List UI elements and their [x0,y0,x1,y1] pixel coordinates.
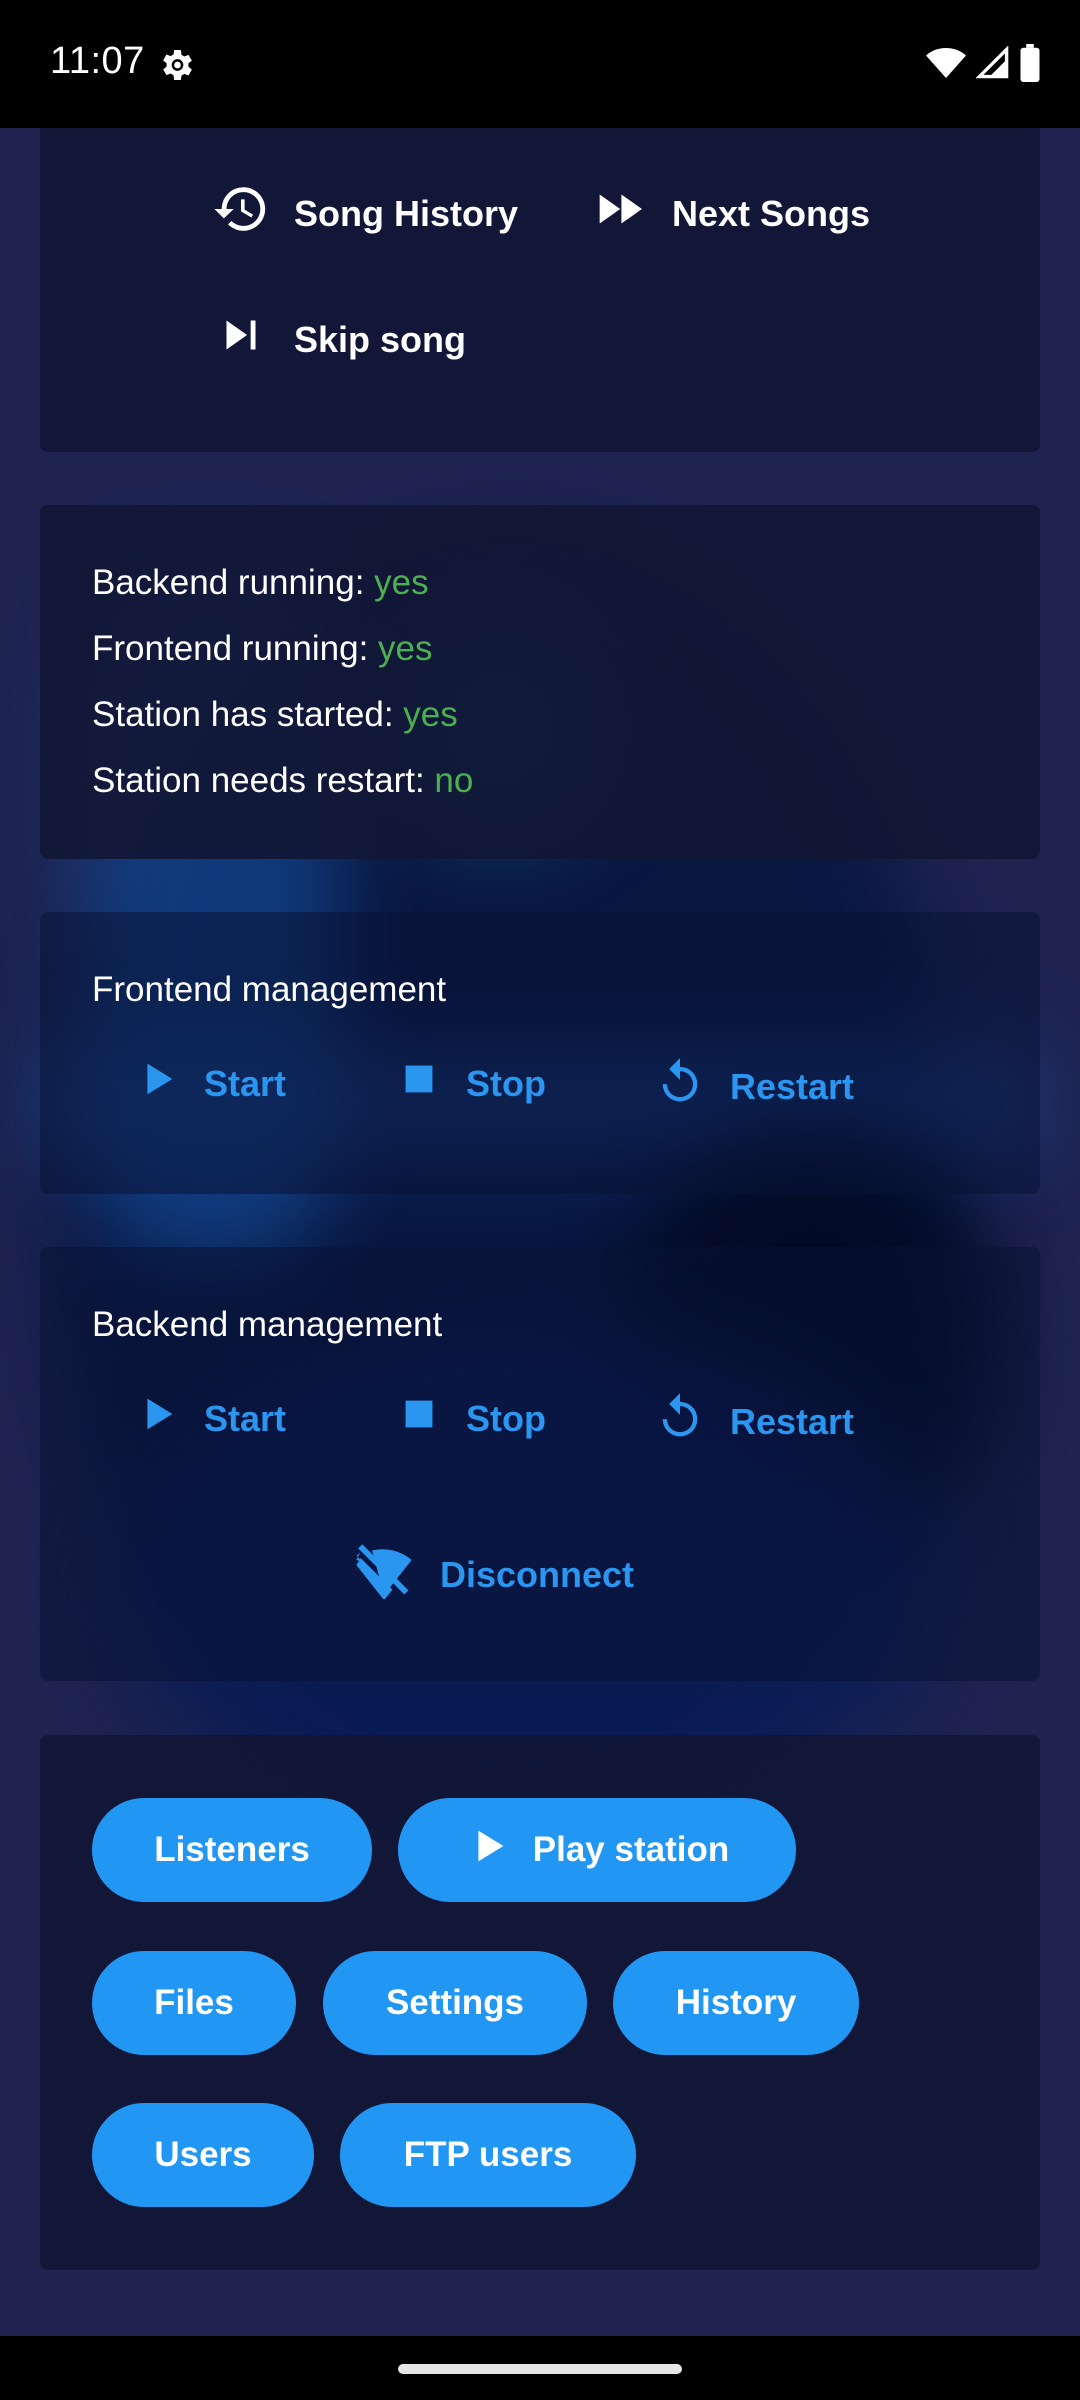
station-status-card: Backend running: yes Frontend running: y… [40,505,1040,859]
ftp-users-button[interactable]: FTP users [340,2103,636,2207]
backend-start-button[interactable]: Start [134,1391,286,1446]
station-restart-value: no [434,761,474,800]
play-station-label: Play station [532,1830,730,1869]
history-icon [212,180,270,247]
cell-signal-icon [975,45,1010,85]
status-time: 11:07 [50,40,145,82]
backend-management-card: Backend management Start Stop Restart Di… [40,1247,1040,1681]
wifi-off-icon [352,1541,416,1608]
battery-icon [1020,44,1040,87]
station-started-line: Station has started: yes [92,695,458,735]
backend-start-label: Start [204,1397,287,1439]
restart-icon [654,1056,706,1117]
users-button[interactable]: Users [92,2103,314,2207]
files-button[interactable]: Files [92,1951,296,2055]
backend-running-line: Backend running: yes [92,563,429,603]
frontend-stop-label: Stop [466,1062,546,1104]
home-gesture-handle[interactable] [398,2364,682,2374]
frontend-running-value: yes [378,629,433,668]
frontend-management-card: Frontend management Start Stop Restart [40,912,1040,1194]
skip-next-icon [212,306,270,373]
listeners-button[interactable]: Listeners [92,1798,372,1902]
history-label: History [675,1983,797,2022]
ftp-users-label: FTP users [403,2135,573,2174]
song-history-label: Song History [294,192,519,234]
stop-icon [396,1391,442,1446]
station-restart-line: Station needs restart: no [92,761,473,801]
frontend-stop-button[interactable]: Stop [396,1056,546,1111]
history-button[interactable]: History [613,1951,859,2055]
fast-forward-icon [590,180,648,247]
settings-gear-icon [156,45,196,90]
skip-song-button[interactable]: Skip song [212,306,466,373]
frontend-start-button[interactable]: Start [134,1056,286,1111]
backend-stop-label: Stop [466,1397,546,1439]
gesture-nav-bar [0,2336,1080,2400]
backend-restart-button[interactable]: Restart [654,1391,854,1452]
backend-running-value: yes [374,563,429,602]
files-label: Files [154,1983,234,2022]
listeners-label: Listeners [154,1830,310,1869]
disconnect-button[interactable]: Disconnect [352,1541,634,1608]
frontend-restart-button[interactable]: Restart [654,1056,854,1117]
play-icon [134,1056,180,1111]
skip-song-label: Skip song [294,318,467,360]
song-actions-card: Song History Next Songs Skip song [40,128,1040,452]
settings-button[interactable]: Settings [323,1951,587,2055]
station-started-value: yes [403,695,458,734]
station-restart-label: Station needs restart: [92,761,435,800]
wifi-icon [926,46,966,85]
frontend-running-line: Frontend running: yes [92,629,432,669]
backend-restart-label: Restart [730,1400,855,1442]
status-bar: 11:07 [0,0,1080,128]
stop-icon [396,1056,442,1111]
settings-label: Settings [385,1983,525,2022]
next-songs-button[interactable]: Next Songs [590,180,870,247]
play-station-button[interactable]: Play station [398,1798,796,1902]
play-icon [134,1391,180,1446]
frontend-running-label: Frontend running: [92,629,379,668]
play-icon [465,1823,511,1878]
next-songs-label: Next Songs [672,192,871,234]
navigation-card: Listeners Play station Files Settings Hi… [40,1735,1040,2270]
station-started-label: Station has started: [92,695,404,734]
users-label: Users [154,2135,252,2174]
backend-running-label: Backend running: [92,563,375,602]
restart-icon [654,1391,706,1452]
frontend-restart-label: Restart [730,1065,855,1107]
disconnect-label: Disconnect [440,1553,635,1595]
backend-stop-button[interactable]: Stop [396,1391,546,1446]
song-history-button[interactable]: Song History [212,180,518,247]
frontend-management-title: Frontend management [92,970,447,1009]
backend-management-title: Backend management [92,1305,443,1344]
frontend-start-label: Start [204,1062,287,1104]
